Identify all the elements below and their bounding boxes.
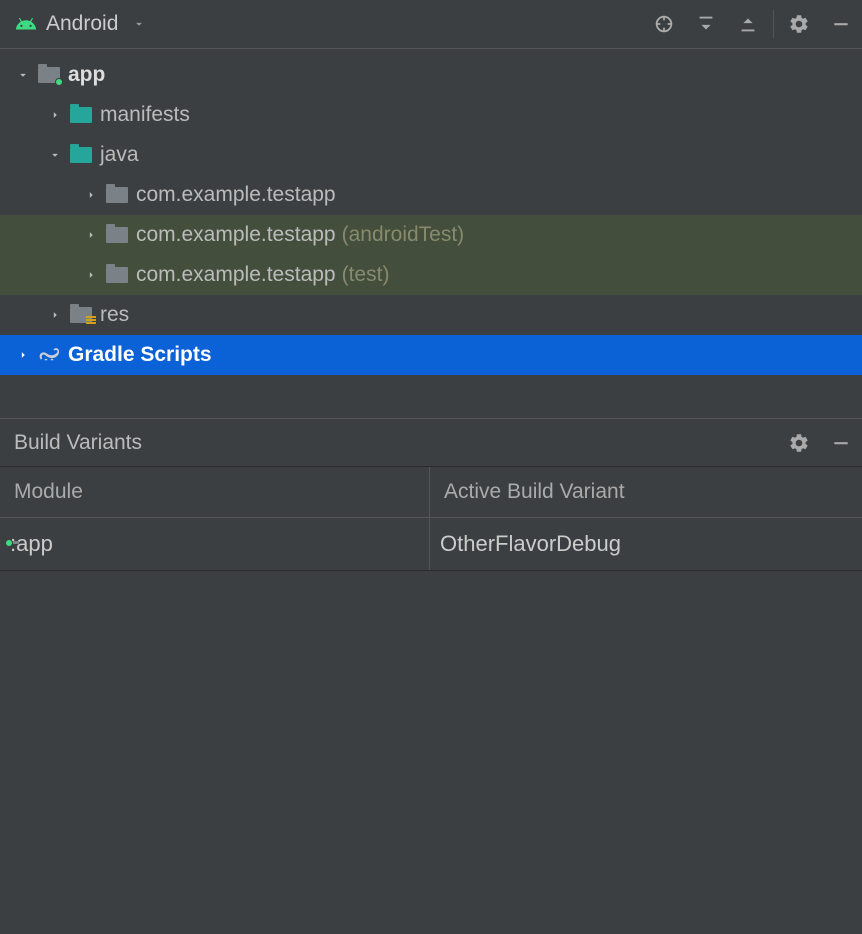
variants-empty-area: [0, 571, 862, 934]
tree-label: com.example.testapp: [136, 183, 336, 207]
tree-node-package-test[interactable]: com.example.testapp (test): [0, 255, 862, 295]
expand-arrow-icon[interactable]: [48, 308, 66, 322]
tree-label: Gradle Scripts: [68, 343, 212, 367]
tree-node-package-main[interactable]: com.example.testapp: [0, 175, 862, 215]
variant-value: OtherFlavorDebug: [440, 531, 621, 557]
expand-arrow-icon[interactable]: [84, 188, 102, 202]
folder-icon: [69, 143, 93, 167]
expand-arrow-icon[interactable]: [16, 68, 34, 82]
build-variants-header: Build Variants: [0, 418, 862, 467]
package-folder-icon: [105, 223, 129, 247]
tree-label: res: [100, 303, 129, 327]
select-opened-file-button[interactable]: [643, 0, 685, 49]
settings-button[interactable]: [778, 418, 820, 467]
toolbar-divider: [773, 10, 774, 38]
cell-module: :app: [0, 518, 430, 570]
hide-button[interactable]: [820, 418, 862, 467]
expand-arrow-icon[interactable]: [48, 108, 66, 122]
expand-arrow-icon[interactable]: [84, 268, 102, 282]
package-folder-icon: [105, 183, 129, 207]
expand-arrow-icon[interactable]: [48, 148, 66, 162]
gradle-icon: [37, 343, 61, 367]
panel-title: Build Variants: [14, 431, 142, 455]
tree-node-manifests[interactable]: manifests: [0, 95, 862, 135]
tree-label: app: [68, 63, 105, 87]
tree-label-suffix: (test): [342, 263, 390, 287]
tree-node-java[interactable]: java: [0, 135, 862, 175]
expand-all-button[interactable]: [685, 0, 727, 49]
dropdown-arrow-icon[interactable]: [132, 17, 146, 31]
tree-label: java: [100, 143, 139, 167]
package-folder-icon: [105, 263, 129, 287]
hide-button[interactable]: [820, 0, 862, 49]
settings-button[interactable]: [778, 0, 820, 49]
project-view-title[interactable]: Android: [46, 12, 118, 36]
expand-arrow-icon[interactable]: [16, 348, 34, 362]
tree-label-suffix: (androidTest): [342, 223, 465, 247]
module-folder-icon: [37, 63, 61, 87]
variants-table-row[interactable]: :app OtherFlavorDebug: [0, 518, 862, 571]
folder-icon: [69, 103, 93, 127]
cell-variant[interactable]: OtherFlavorDebug: [430, 518, 862, 570]
column-header-module: Module: [0, 467, 430, 517]
column-header-variant: Active Build Variant: [430, 467, 862, 517]
res-folder-icon: [69, 303, 93, 327]
project-view-header: Android: [0, 0, 862, 49]
collapse-all-button[interactable]: [727, 0, 769, 49]
android-icon: [15, 13, 37, 35]
tree-node-package-androidtest[interactable]: com.example.testapp (androidTest): [0, 215, 862, 255]
tree-node-gradle-scripts[interactable]: Gradle Scripts: [0, 335, 862, 375]
expand-arrow-icon[interactable]: [84, 228, 102, 242]
variants-table-header: Module Active Build Variant: [0, 467, 862, 518]
tree-label: com.example.testapp: [136, 263, 336, 287]
tree-label: com.example.testapp: [136, 223, 336, 247]
module-name: :app: [10, 531, 53, 557]
tree-node-res[interactable]: res: [0, 295, 862, 335]
tree-label: manifests: [100, 103, 190, 127]
project-tree[interactable]: app manifests java com.example.testapp c…: [0, 49, 862, 418]
tree-node-app[interactable]: app: [0, 55, 862, 95]
